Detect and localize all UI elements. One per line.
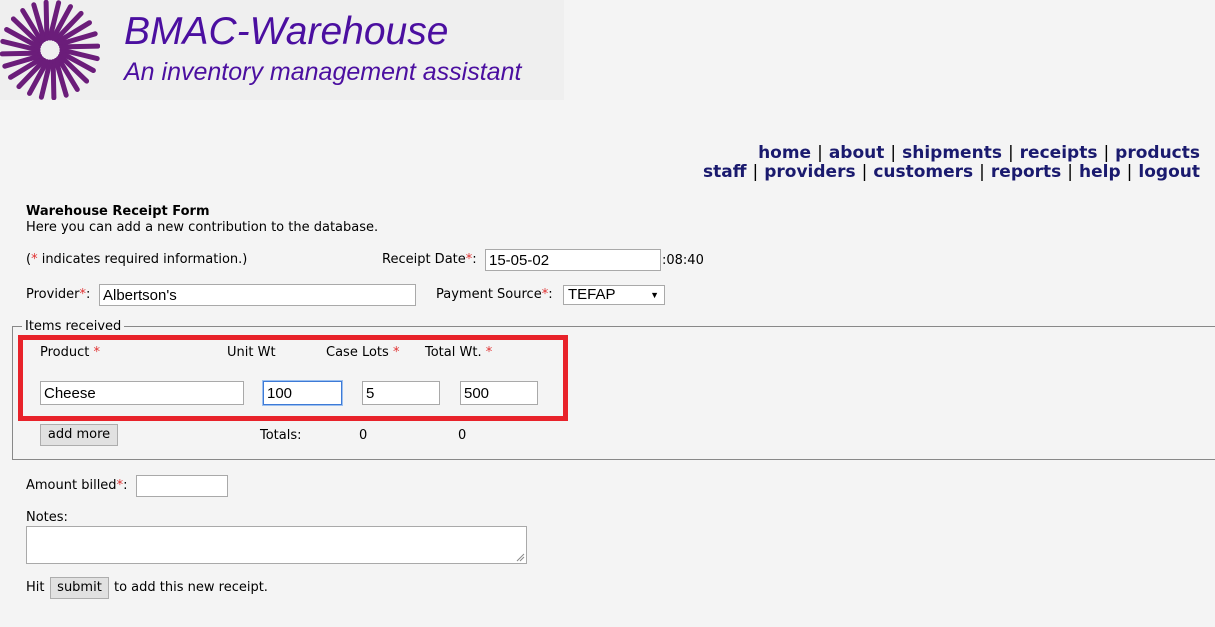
nav-link-home[interactable]: home xyxy=(758,143,811,163)
receipt-date-input[interactable] xyxy=(485,249,661,271)
receipt-date-label: Receipt Date*: xyxy=(382,252,477,267)
nav-link-about[interactable]: about xyxy=(829,143,885,163)
nav-separator: | xyxy=(1126,162,1133,182)
payment-source-label: Payment Source*: xyxy=(436,287,553,302)
submit-prefix: Hit xyxy=(26,580,45,595)
submit-suffix: to add this new receipt. xyxy=(114,580,268,595)
nav-link-logout[interactable]: logout xyxy=(1138,162,1200,182)
form-title: Warehouse Receipt Form xyxy=(26,204,210,219)
nav-separator: | xyxy=(817,143,823,163)
receipt-time: :08:40 xyxy=(662,253,704,268)
totals-total-wt: 0 xyxy=(458,428,467,443)
nav-link-shipments[interactable]: shipments xyxy=(902,143,1002,163)
payment-source-value: TEFAP xyxy=(568,286,616,303)
nav-separator: | xyxy=(1007,143,1014,163)
nav-row-1: home | about | shipments | receipts | products xyxy=(640,143,1200,163)
nav-separator: | xyxy=(1067,162,1074,182)
nav-row-2: staff | providers | customers | reports | help | l… xyxy=(640,162,1200,182)
provider-input[interactable] xyxy=(99,284,416,306)
totals-label: Totals: xyxy=(260,428,302,443)
nav-separator: | xyxy=(890,143,897,163)
amount-billed-input[interactable] xyxy=(136,475,228,497)
totals-case-lots: 0 xyxy=(359,428,368,443)
nav-separator: | xyxy=(979,162,985,182)
nav-separator: | xyxy=(1103,143,1110,163)
amount-billed-label: Amount billed*: xyxy=(26,478,128,493)
resize-grip-icon[interactable] xyxy=(515,552,525,562)
items-legend: Items received xyxy=(22,319,125,334)
nav-link-reports[interactable]: reports xyxy=(991,162,1061,182)
form-description: Here you can add a new contribution to t… xyxy=(26,220,379,235)
nav-link-staff[interactable]: staff xyxy=(703,162,747,182)
nav-link-receipts[interactable]: receipts xyxy=(1020,143,1098,163)
app-subtitle: An inventory management assistant xyxy=(124,58,522,86)
starburst-logo-icon xyxy=(0,0,100,100)
payment-source-select[interactable]: TEFAP ▼ xyxy=(563,285,665,305)
provider-label: Provider*: xyxy=(26,287,91,302)
nav-link-help[interactable]: help xyxy=(1079,162,1121,182)
nav-link-products[interactable]: products xyxy=(1115,143,1200,163)
nav-separator: | xyxy=(861,162,868,182)
notes-label: Notes: xyxy=(26,510,68,525)
nav-separator: | xyxy=(752,162,759,182)
app-title: BMAC-Warehouse xyxy=(124,10,449,53)
submit-button[interactable]: submit xyxy=(50,577,109,599)
highlight-box xyxy=(18,335,568,421)
add-more-button[interactable]: add more xyxy=(40,424,118,446)
dropdown-arrow-icon: ▼ xyxy=(650,290,659,300)
required-note: (* indicates required information.) xyxy=(26,252,248,267)
nav-link-providers[interactable]: providers xyxy=(764,162,855,182)
nav-link-customers[interactable]: customers xyxy=(873,162,973,182)
notes-textarea[interactable] xyxy=(26,526,527,564)
